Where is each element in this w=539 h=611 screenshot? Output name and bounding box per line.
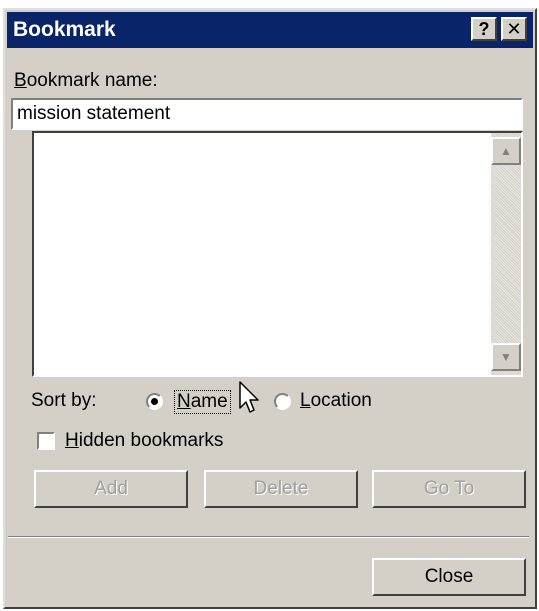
sort-location-radio[interactable] <box>274 393 291 410</box>
add-button[interactable]: Add <box>34 470 188 508</box>
close-button[interactable]: Close <box>372 558 526 596</box>
separator <box>8 536 529 538</box>
bookmark-list[interactable]: ▲ ▼ <box>32 131 523 377</box>
sort-name-accesskey: N <box>177 391 191 412</box>
bookmark-name-input[interactable]: mission statement <box>11 98 523 130</box>
sort-name-text: ame <box>190 391 228 412</box>
bookmark-name-label-text: ookmark name: <box>26 70 158 91</box>
scroll-down-button[interactable]: ▼ <box>491 343 521 371</box>
hidden-bookmarks-checkbox[interactable] <box>37 432 55 450</box>
sort-location-accesskey: L <box>300 390 311 411</box>
hidden-bookmarks-label[interactable]: Hidden bookmarks <box>65 430 223 452</box>
help-button[interactable]: ? <box>471 17 497 41</box>
radio-selected-dot <box>151 398 158 405</box>
title-bar[interactable]: Bookmark ? ✕ <box>7 12 533 48</box>
sort-name-label[interactable]: Name <box>174 390 231 414</box>
delete-button[interactable]: Delete <box>204 470 358 508</box>
list-scrollbar[interactable]: ▲ ▼ <box>491 133 521 375</box>
go-to-button[interactable]: Go To <box>372 470 526 508</box>
mouse-pointer-icon <box>239 381 259 413</box>
arrow-down-icon: ▼ <box>500 350 512 364</box>
sort-by-label: Sort by: <box>31 390 97 411</box>
sort-location-text: ocation <box>310 390 372 411</box>
hidden-bookmarks-accesskey: H <box>65 430 79 451</box>
sort-name-radio[interactable] <box>146 393 163 410</box>
scroll-up-button[interactable]: ▲ <box>491 137 521 165</box>
window-title: Bookmark <box>13 18 116 41</box>
bookmark-name-accesskey: B <box>14 70 27 91</box>
bookmark-name-label: Bookmark name: <box>14 70 158 92</box>
sort-location-label[interactable]: Location <box>300 390 372 412</box>
arrow-up-icon: ▲ <box>500 144 512 158</box>
close-window-button[interactable]: ✕ <box>501 17 527 41</box>
close-icon: ✕ <box>506 19 522 39</box>
hidden-bookmarks-text: idden bookmarks <box>78 430 224 451</box>
help-icon: ? <box>478 19 490 39</box>
